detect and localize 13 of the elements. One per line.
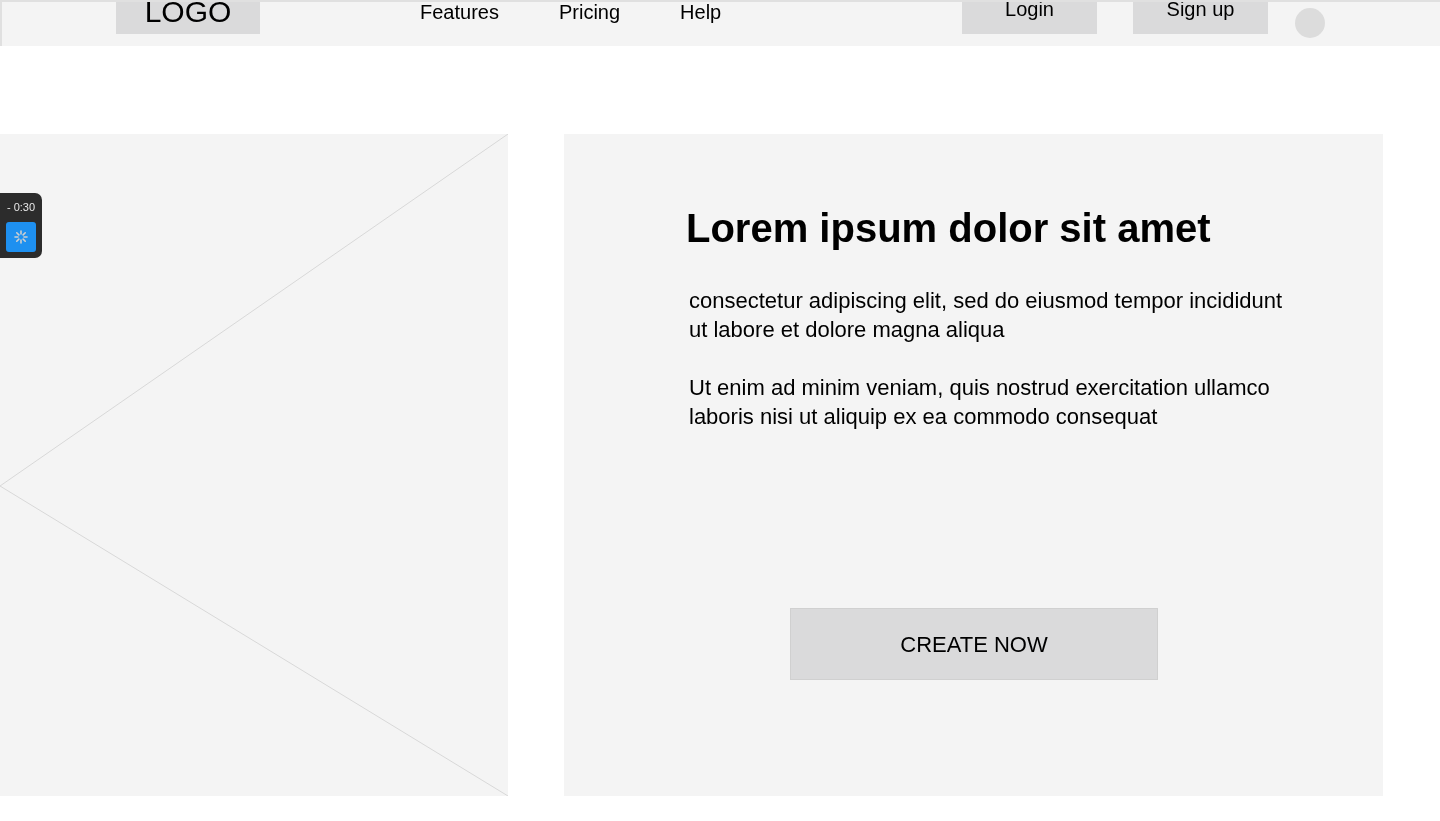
spinner-icon [13, 229, 29, 245]
nav-link[interactable]: Features [420, 2, 499, 26]
nav-link[interactable]: Pricing [558, 2, 621, 26]
avatar-icon[interactable] [1295, 8, 1325, 38]
hero-title: Lorem ipsum dolor sit amet [686, 205, 1212, 252]
nav-link[interactable]: Help [680, 2, 722, 26]
hero-paragraph: Ut enim ad minim veniam, quis nostrud exercitation ullamco laboris nisi ut aliquip ex ea commodo consequat [689, 374, 1271, 431]
header-button[interactable]: Login [962, 2, 1097, 34]
loading-button[interactable] [6, 222, 36, 252]
timer-text: - 0:30 [6, 201, 36, 214]
hero-paragraph: consectetur adipiscing elit, sed do eiusmod tempor incididunt ut labore et dolore magna aliqua [689, 287, 1284, 344]
header-button[interactable]: Sign up [1133, 2, 1268, 34]
create-button[interactable]: CREATE NOW [790, 608, 1158, 680]
